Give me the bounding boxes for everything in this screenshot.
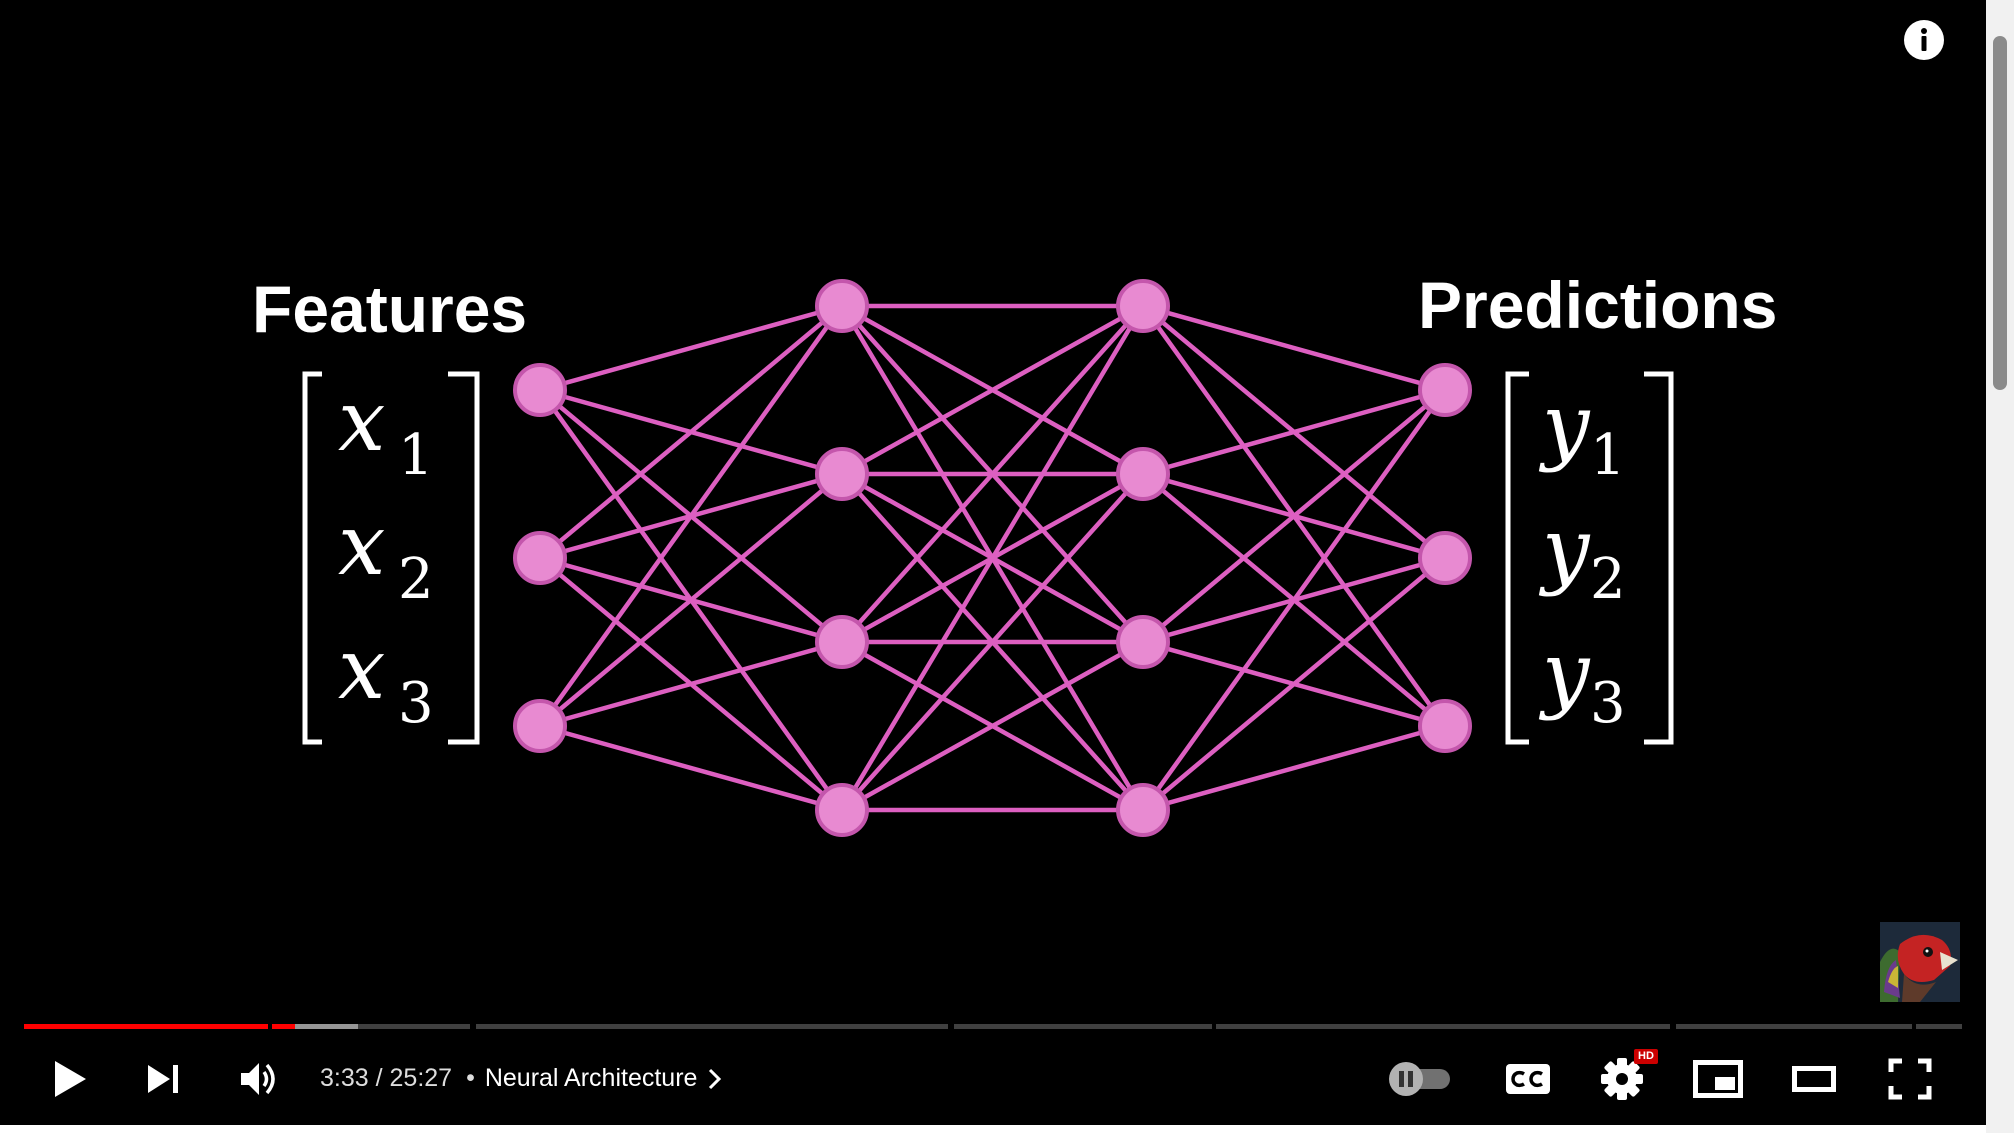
output-entry-3-symbol: y: [1538, 624, 1591, 722]
chapter-segment[interactable]: [1916, 1024, 1962, 1029]
volume-icon: [241, 1063, 275, 1095]
features-label: Features: [252, 272, 527, 346]
theater-mode-button[interactable]: [1784, 1040, 1844, 1118]
input-entry-2-symbol: x: [338, 496, 385, 594]
info-button[interactable]: [1904, 20, 1944, 60]
chapter-segment[interactable]: [1676, 1024, 1912, 1029]
network-edge: [538, 304, 844, 560]
network-node-layer1-1: [513, 363, 567, 417]
input-vector: [302, 371, 480, 745]
input-entry-3-symbol: x: [338, 620, 385, 718]
network-edge: [1141, 388, 1447, 644]
progress-bar[interactable]: [24, 1020, 1962, 1032]
predictions-label: Predictions: [1418, 268, 1777, 342]
chevron-right-icon[interactable]: [707, 1067, 723, 1091]
chapter-segment[interactable]: [954, 1024, 1212, 1029]
output-entry-2-subscript: 2: [1590, 547, 1626, 612]
input-right-bracket: [448, 371, 480, 745]
network-edge: [539, 639, 843, 729]
network-node-layer4-2: [1418, 531, 1472, 585]
chapter-segment[interactable]: [272, 1024, 470, 1029]
network-edge: [538, 472, 844, 728]
network-edge: [1142, 387, 1446, 477]
play-button[interactable]: [40, 1040, 100, 1118]
captions-button[interactable]: [1498, 1040, 1558, 1118]
current-time: 3:33: [320, 1064, 369, 1092]
network-node-layer4-1: [1418, 363, 1472, 417]
network-edge: [539, 303, 843, 393]
hd-badge: HD: [1634, 1049, 1658, 1064]
output-entry-1-subscript: 1: [1590, 423, 1626, 488]
output-entry-2-symbol: y: [1538, 500, 1591, 598]
network-node-layer3-1: [1116, 279, 1170, 333]
autoplay-toggle-icon: [1389, 1062, 1450, 1096]
network-edge: [1142, 303, 1446, 393]
network-node-layer2-4: [815, 783, 869, 837]
network-edge: [538, 304, 844, 728]
captions-icon: [1506, 1064, 1550, 1094]
output-entry-1-symbol: y: [1538, 376, 1591, 474]
miniplayer-button[interactable]: [1688, 1040, 1748, 1118]
input-entry-1-symbol: x: [338, 372, 385, 470]
played-fill: [272, 1024, 295, 1029]
network-node-layer1-3: [513, 699, 567, 753]
input-entry-1-subscript: 1: [398, 423, 434, 488]
input-entry-2-subscript: 2: [398, 547, 434, 612]
channel-watermark[interactable]: [1880, 922, 1960, 1002]
time-display: 3:33 / 25:27 • Neural Architecture: [320, 1060, 723, 1096]
fullscreen-button[interactable]: [1880, 1040, 1940, 1118]
input-entry-3-subscript: 3: [398, 671, 434, 736]
volume-button[interactable]: [230, 1040, 290, 1118]
network-node-layer2-2: [815, 447, 869, 501]
network-node-layer3-2: [1116, 447, 1170, 501]
channel-avatar: [1880, 922, 1960, 1002]
miniplayer-icon: [1693, 1060, 1743, 1098]
next-icon: [148, 1065, 178, 1093]
output-left-bracket: [1505, 371, 1529, 745]
network-node-layer1-2: [513, 531, 567, 585]
chapter-segment[interactable]: [24, 1024, 268, 1029]
video-frame: Features Predictions x 1 x 2 x 3 y 1 y 2…: [252, 268, 1777, 837]
network-edge: [1142, 723, 1446, 813]
chapter-segment[interactable]: [1216, 1024, 1670, 1029]
network-node-layer3-4: [1116, 783, 1170, 837]
network-node-layer4-3: [1418, 699, 1472, 753]
controls-bar: [0, 1040, 1986, 1118]
played-fill: [24, 1024, 268, 1029]
play-icon: [55, 1061, 86, 1097]
network-edge: [1141, 556, 1447, 812]
network-node-layer2-1: [815, 279, 869, 333]
info-icon: [1921, 28, 1927, 51]
network-edge: [1141, 388, 1447, 812]
theater-mode-icon: [1792, 1066, 1836, 1092]
time-separator: /: [368, 1064, 390, 1092]
chapter-segment[interactable]: [476, 1024, 948, 1029]
output-right-bracket: [1644, 371, 1674, 745]
chapter-dot: •: [466, 1064, 475, 1092]
video-player[interactable]: Features Predictions x 1 x 2 x 3 y 1 y 2…: [0, 0, 1986, 1125]
network-node-layer3-3: [1116, 615, 1170, 669]
chapter-title-button[interactable]: Neural Architecture: [485, 1064, 698, 1092]
input-entries: x 1 x 2 x 3: [338, 372, 434, 736]
network-node-layer2-3: [815, 615, 869, 669]
autoplay-toggle[interactable]: [1384, 1040, 1454, 1118]
output-entry-3-subscript: 3: [1590, 671, 1626, 736]
network-edge: [539, 723, 843, 813]
duration: 25:27: [389, 1064, 453, 1092]
network-edges: [538, 303, 1447, 813]
output-entries: y 1 y 2 y 3: [1538, 376, 1626, 736]
page-scrollbar-thumb[interactable]: [1993, 36, 2007, 390]
next-button[interactable]: [134, 1040, 194, 1118]
input-left-bracket: [302, 371, 322, 745]
fullscreen-icon: [1888, 1058, 1932, 1100]
